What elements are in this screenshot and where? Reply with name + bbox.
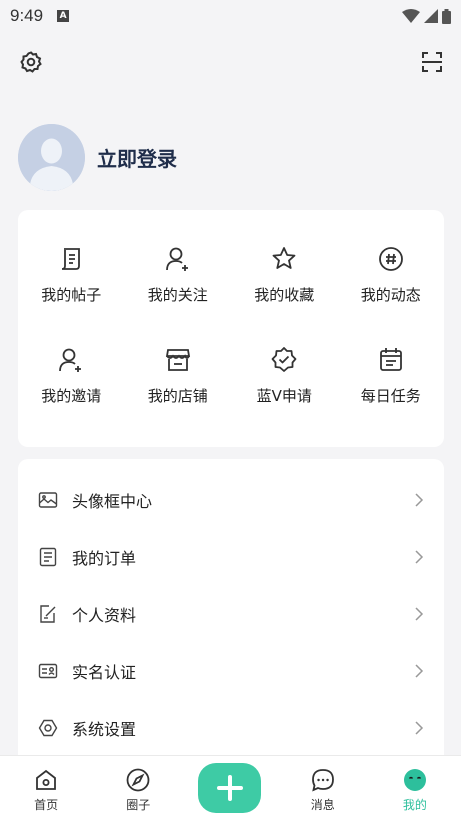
grid-label: 我的店铺 <box>147 387 208 405</box>
grid-label: 我的帖子 <box>41 286 102 304</box>
shop-icon <box>165 349 190 371</box>
menu-item-label: 个人资料 <box>72 605 137 625</box>
settings-gear-icon[interactable] <box>16 47 46 77</box>
tab-home[interactable]: 首页 <box>0 756 92 819</box>
chevron-right-icon <box>415 606 424 621</box>
grid-item-my-activity[interactable]: 我的动态 <box>338 244 445 305</box>
tab-messages[interactable]: 消息 <box>277 756 369 819</box>
follow-user-icon <box>165 247 188 271</box>
star-icon <box>272 247 296 269</box>
status-time: 9:49 <box>10 6 44 25</box>
grid-item-my-posts[interactable]: 我的帖子 <box>18 244 125 305</box>
grid-item-my-invites[interactable]: 我的邀请 <box>18 345 125 406</box>
edit-profile-icon <box>40 604 56 623</box>
status-indicators <box>402 8 451 24</box>
verified-badge-icon <box>271 347 297 372</box>
grid-item-my-shop[interactable]: 我的店铺 <box>125 345 232 406</box>
profile-header[interactable]: 立即登录 <box>18 124 177 191</box>
profile-face-icon <box>403 769 426 791</box>
shortcut-grid: 我的帖子 我的关注 我的收藏 我的动态 我的邀请 我的店铺 蓝V申请 每日任务 <box>18 210 444 406</box>
scan-icon[interactable] <box>417 47 447 77</box>
menu-item-label: 头像框中心 <box>72 491 153 511</box>
grid-label: 每日任务 <box>360 387 421 405</box>
menu-item-label: 我的订单 <box>72 548 137 568</box>
menu-item-personal-info[interactable]: 个人资料 <box>18 585 444 642</box>
plus-icon <box>216 775 243 801</box>
grid-label: 我的收藏 <box>254 286 315 304</box>
compass-icon <box>126 768 150 792</box>
grid-label: 蓝V申请 <box>256 387 312 405</box>
tab-circle[interactable]: 圈子 <box>92 756 184 819</box>
avatar[interactable] <box>18 124 85 191</box>
home-icon <box>36 769 56 790</box>
settings-icon <box>38 719 58 736</box>
settings-list-card: 头像框中心 我的订单 个人资料 实名认证 系统设置 <box>18 459 444 769</box>
create-post-button[interactable] <box>198 763 261 813</box>
chevron-right-icon <box>415 492 424 507</box>
chevron-right-icon <box>415 720 424 735</box>
grid-item-blue-v-apply[interactable]: 蓝V申请 <box>231 345 338 406</box>
calendar-task-icon <box>379 348 402 371</box>
tab-mine[interactable]: 我的 <box>369 756 461 819</box>
tab-label: 消息 <box>310 798 335 812</box>
tab-label: 首页 <box>34 798 59 812</box>
battery-icon <box>442 8 451 24</box>
notification-a-icon: A <box>57 10 70 22</box>
tab-label: 圈子 <box>126 798 151 812</box>
signal-icon <box>424 9 438 23</box>
status-bar: 9:49 A <box>0 0 461 32</box>
menu-item-system-settings[interactable]: 系统设置 <box>18 699 444 756</box>
menu-item-real-name-verify[interactable]: 实名认证 <box>18 642 444 699</box>
grid-label: 我的邀请 <box>41 387 102 405</box>
menu-item-label: 实名认证 <box>72 662 137 682</box>
menu-item-label: 系统设置 <box>72 719 137 739</box>
order-list-icon <box>39 547 57 566</box>
image-frame-icon <box>38 491 58 508</box>
hashtag-icon <box>378 247 403 271</box>
menu-item-my-orders[interactable]: 我的订单 <box>18 528 444 585</box>
tab-label: 我的 <box>402 798 427 812</box>
invite-user-icon <box>59 348 82 372</box>
wifi-icon <box>402 9 420 23</box>
chevron-right-icon <box>415 549 424 564</box>
post-icon <box>62 248 81 270</box>
menu-item-avatar-frame[interactable]: 头像框中心 <box>18 471 444 528</box>
grid-item-my-favorites[interactable]: 我的收藏 <box>231 244 338 305</box>
chevron-right-icon <box>415 663 424 678</box>
grid-label: 我的关注 <box>147 286 208 304</box>
grid-item-daily-tasks[interactable]: 每日任务 <box>338 345 445 406</box>
chat-icon <box>311 769 334 792</box>
grid-label: 我的动态 <box>360 286 421 304</box>
id-card-icon <box>38 663 58 678</box>
default-avatar-icon <box>18 124 85 191</box>
shortcut-grid-card: 我的帖子 我的关注 我的收藏 我的动态 我的邀请 我的店铺 蓝V申请 每日任务 <box>18 210 444 447</box>
top-toolbar <box>0 46 461 80</box>
login-link[interactable]: 立即登录 <box>97 143 177 172</box>
grid-item-my-follows[interactable]: 我的关注 <box>125 244 232 305</box>
